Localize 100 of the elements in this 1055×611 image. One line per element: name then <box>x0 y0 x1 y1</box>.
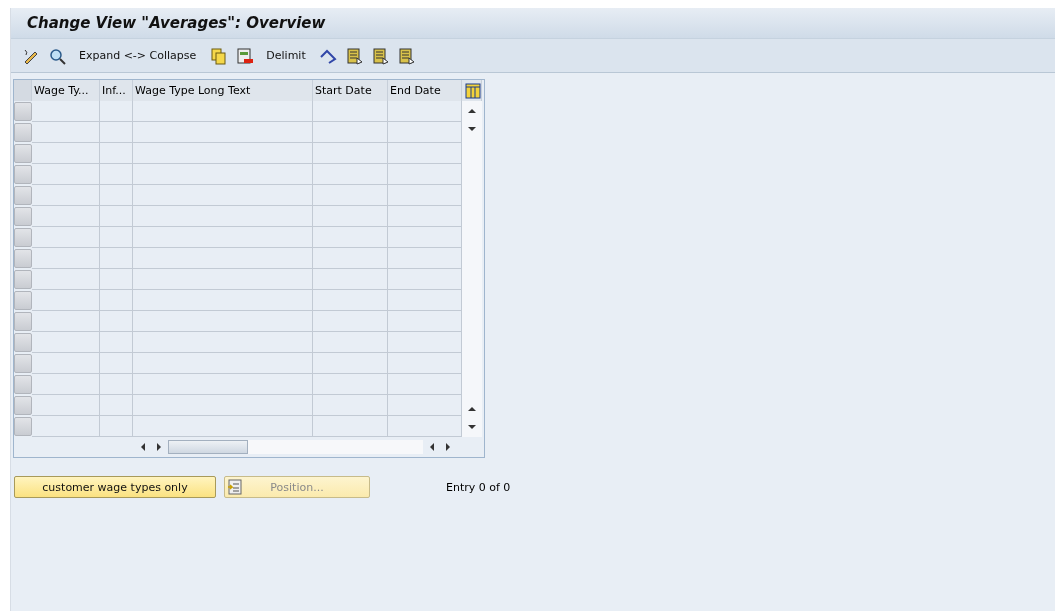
table-cell[interactable] <box>32 332 100 353</box>
column-header[interactable]: Wage Ty... <box>32 80 100 101</box>
table-cell[interactable] <box>133 311 313 332</box>
table-cell[interactable] <box>133 374 313 395</box>
row-selector[interactable] <box>14 249 32 268</box>
row-selector[interactable] <box>14 186 32 205</box>
table-cell[interactable] <box>313 143 388 164</box>
toolbar-button[interactable]: Expand <-> Collapse <box>73 44 203 67</box>
row-selector[interactable] <box>14 228 32 247</box>
table-cell[interactable] <box>100 101 133 122</box>
row-selector[interactable] <box>14 312 32 331</box>
table-cell[interactable] <box>388 206 462 227</box>
row-selector[interactable] <box>14 102 32 121</box>
table-cell[interactable] <box>313 332 388 353</box>
row-selector[interactable] <box>14 123 32 142</box>
table-cell[interactable] <box>313 206 388 227</box>
table-cell[interactable] <box>388 311 462 332</box>
table-cell[interactable] <box>100 416 133 437</box>
row-selector[interactable] <box>14 417 32 436</box>
table-cell[interactable] <box>133 353 313 374</box>
row-selector[interactable] <box>14 354 32 373</box>
table-cell[interactable] <box>100 143 133 164</box>
table-cell[interactable] <box>313 416 388 437</box>
column-header[interactable]: Wage Type Long Text <box>133 80 313 101</box>
table-cell[interactable] <box>32 227 100 248</box>
column-header[interactable]: Start Date <box>313 80 388 101</box>
vertical-scrollbar[interactable] <box>462 101 482 437</box>
row-selector[interactable] <box>14 144 32 163</box>
table-cell[interactable] <box>388 290 462 311</box>
scroll-up-icon[interactable] <box>467 404 477 414</box>
table-cell[interactable] <box>32 290 100 311</box>
table-cell[interactable] <box>388 122 462 143</box>
table-cell[interactable] <box>100 290 133 311</box>
table-cell[interactable] <box>133 290 313 311</box>
table-cell[interactable] <box>100 353 133 374</box>
table-cell[interactable] <box>32 143 100 164</box>
table-cell[interactable] <box>388 395 462 416</box>
table-cell[interactable] <box>388 353 462 374</box>
table-cell[interactable] <box>32 101 100 122</box>
row-selector[interactable] <box>14 165 32 184</box>
row-selector[interactable] <box>14 396 32 415</box>
table-cell[interactable] <box>100 122 133 143</box>
table-cell[interactable] <box>100 395 133 416</box>
row-selector[interactable] <box>14 333 32 352</box>
table-cell[interactable] <box>100 311 133 332</box>
table-cell[interactable] <box>32 122 100 143</box>
scroll-down-icon[interactable] <box>467 124 477 134</box>
table-cell[interactable] <box>313 122 388 143</box>
table-cell[interactable] <box>133 101 313 122</box>
table-cell[interactable] <box>313 227 388 248</box>
toolbar-button[interactable]: Delimit <box>260 44 312 67</box>
action-button[interactable]: customer wage types only <box>14 476 216 498</box>
horizontal-scrollbar[interactable] <box>168 440 423 454</box>
table-cell[interactable] <box>133 395 313 416</box>
table-cell[interactable] <box>133 332 313 353</box>
row-selector[interactable] <box>14 375 32 394</box>
copy-icon[interactable] <box>208 45 229 66</box>
table-cell[interactable] <box>133 143 313 164</box>
delete-row-icon[interactable] <box>234 45 255 66</box>
table-cell[interactable] <box>313 164 388 185</box>
column-header[interactable]: End Date <box>388 80 462 101</box>
table-settings-icon[interactable] <box>462 80 482 101</box>
table-cell[interactable] <box>100 374 133 395</box>
table-cell[interactable] <box>133 227 313 248</box>
table-cell[interactable] <box>133 248 313 269</box>
scroll-thumb[interactable] <box>168 440 248 454</box>
table-cell[interactable] <box>133 122 313 143</box>
table-cell[interactable] <box>32 206 100 227</box>
scroll-up-icon[interactable] <box>467 106 477 116</box>
table-cell[interactable] <box>100 206 133 227</box>
table-cell[interactable] <box>100 185 133 206</box>
table-cell[interactable] <box>313 248 388 269</box>
table-cell[interactable] <box>32 353 100 374</box>
table-cell[interactable] <box>100 269 133 290</box>
column-header[interactable]: Inf... <box>100 80 133 101</box>
table-cell[interactable] <box>313 269 388 290</box>
row-selector[interactable] <box>14 291 32 310</box>
table-cell[interactable] <box>388 185 462 206</box>
table-cell[interactable] <box>100 227 133 248</box>
table-cell[interactable] <box>133 206 313 227</box>
table-cell[interactable] <box>388 332 462 353</box>
table-cell[interactable] <box>32 311 100 332</box>
table-cell[interactable] <box>32 395 100 416</box>
table-cell[interactable] <box>388 416 462 437</box>
table-cell[interactable] <box>313 185 388 206</box>
table-cell[interactable] <box>133 185 313 206</box>
table-cell[interactable] <box>32 248 100 269</box>
table-cell[interactable] <box>100 164 133 185</box>
table-cell[interactable] <box>313 353 388 374</box>
table-cell[interactable] <box>313 311 388 332</box>
table-cell[interactable] <box>133 164 313 185</box>
scroll-down-icon[interactable] <box>467 422 477 432</box>
row-selector[interactable] <box>14 207 32 226</box>
table-cell[interactable] <box>388 269 462 290</box>
table-cell[interactable] <box>313 101 388 122</box>
row-selector[interactable] <box>14 270 32 289</box>
table-cell[interactable] <box>313 374 388 395</box>
table-cell[interactable] <box>32 374 100 395</box>
table-cell[interactable] <box>388 248 462 269</box>
table-cell[interactable] <box>32 269 100 290</box>
